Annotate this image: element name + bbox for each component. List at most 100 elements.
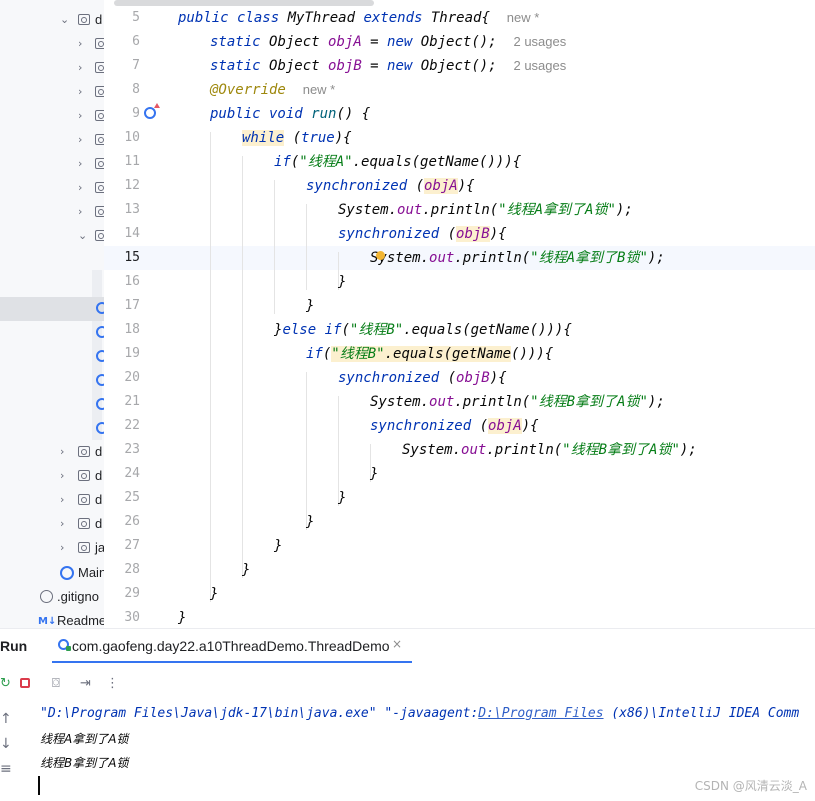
code-token: new <box>387 34 421 50</box>
code-line[interactable]: } <box>178 606 186 628</box>
tree-item[interactable]: › <box>0 177 104 201</box>
tree-item[interactable]: › <box>0 33 104 57</box>
tree-item[interactable]: › <box>0 129 104 153</box>
code-line[interactable]: } <box>306 510 314 534</box>
tree-item[interactable]: .gitigno <box>0 586 104 610</box>
code-line[interactable]: static Object objA = new Object(); 2 usa… <box>210 30 566 54</box>
code-line[interactable]: public void run() { <box>210 102 370 126</box>
chevron-right-icon[interactable]: › <box>60 542 70 554</box>
code-token: out <box>429 394 455 410</box>
chevron-right-icon[interactable]: › <box>78 110 88 122</box>
tree-item[interactable] <box>0 417 104 441</box>
code-line[interactable]: while (true){ <box>242 126 352 150</box>
code-token: Object(); <box>420 58 497 74</box>
code-token: ); <box>679 442 697 458</box>
chevron-right-icon[interactable]: › <box>60 518 70 530</box>
line-number-gutter[interactable]: 5 6 7 8 9 10 11 12 13 14 15 16 17 18 19 … <box>104 0 164 628</box>
code-line[interactable]: synchronized (objB){ <box>338 366 507 390</box>
tree-item-selected[interactable] <box>0 297 104 321</box>
inlay-hint-new[interactable]: new * <box>303 82 336 97</box>
stop-icon[interactable] <box>20 678 30 688</box>
soft-wrap-icon[interactable]: ≡ <box>0 761 12 777</box>
tree-item[interactable]: M↓ Readme <box>0 610 104 628</box>
code-line[interactable]: }else if("线程B".equals(getName())){ <box>274 318 572 342</box>
chevron-right-icon[interactable]: › <box>60 470 70 482</box>
code-line[interactable]: public class MyThread extends Thread{ ne… <box>178 6 539 30</box>
tree-item[interactable]: Main <box>0 562 104 586</box>
chevron-right-icon[interactable]: › <box>78 38 88 50</box>
tree-item[interactable]: › <box>0 153 104 177</box>
code-line[interactable]: } <box>338 270 346 294</box>
tree-item[interactable]: › <box>0 105 104 129</box>
chevron-right-icon[interactable]: › <box>78 206 88 218</box>
inlay-hint-new[interactable]: new * <box>507 10 540 25</box>
tree-item[interactable] <box>0 369 104 393</box>
code-editor[interactable]: 5 6 7 8 9 10 11 12 13 14 15 16 17 18 19 … <box>104 0 815 628</box>
chevron-right-icon[interactable]: › <box>78 86 88 98</box>
code-token: ( <box>439 370 457 386</box>
tree-item[interactable]: › <box>0 57 104 81</box>
code-line[interactable]: synchronized (objB){ <box>338 222 507 246</box>
rerun-icon[interactable]: ↻ <box>0 676 11 692</box>
chevron-down-icon[interactable]: ⌄ <box>78 230 88 242</box>
inlay-hint-usages[interactable]: 2 usages <box>513 34 566 49</box>
chevron-right-icon[interactable]: › <box>78 134 88 146</box>
run-config-tab[interactable]: com.gaofeng.day22.a10ThreadDemo.ThreadDe… <box>52 629 412 663</box>
chevron-right-icon[interactable]: › <box>78 182 88 194</box>
override-method-icon[interactable] <box>144 103 160 119</box>
tree-item[interactable]: ⌄ d <box>0 9 104 33</box>
tree-item[interactable] <box>0 345 104 369</box>
intention-bulb-icon[interactable] <box>376 251 385 260</box>
code-token: () { <box>336 106 371 122</box>
code-line-current[interactable]: System.out.println("线程A拿到了B锁"); <box>370 246 665 270</box>
camera-icon[interactable]: ⌼ <box>52 676 60 692</box>
chevron-right-icon[interactable]: › <box>78 158 88 170</box>
line-number: 6 <box>132 34 140 49</box>
code-line[interactable]: @Override new * <box>210 78 335 102</box>
tree-item[interactable]: › ja <box>0 537 104 561</box>
tree-item[interactable]: › d <box>0 489 104 513</box>
code-line[interactable]: if("线程B".equals(getName())){ <box>306 342 553 366</box>
code-token: static <box>210 34 270 50</box>
tree-item[interactable]: › d <box>0 441 104 465</box>
code-line[interactable]: System.out.println("线程A拿到了A锁"); <box>338 198 633 222</box>
code-line[interactable]: } <box>306 294 314 318</box>
scroll-down-icon[interactable]: ↓ <box>0 736 12 752</box>
tree-item-label: .gitigno <box>57 589 99 604</box>
code-line[interactable]: static Object objB = new Object(); 2 usa… <box>210 54 566 78</box>
chevron-down-icon[interactable]: ⌄ <box>60 14 70 26</box>
more-options-icon[interactable]: ⋮ <box>106 676 119 692</box>
tree-item[interactable] <box>0 321 104 345</box>
tree-item[interactable]: › <box>0 81 104 105</box>
code-line[interactable]: synchronized (objA){ <box>306 174 475 198</box>
scroll-up-icon[interactable]: ↑ <box>0 711 12 727</box>
tree-item[interactable]: ⌄ <box>0 225 104 249</box>
line-number: 8 <box>132 82 140 97</box>
chevron-right-icon[interactable]: › <box>78 62 88 74</box>
code-line[interactable]: } <box>274 534 282 558</box>
code-line[interactable]: } <box>242 558 250 582</box>
console-input-caret[interactable] <box>38 776 40 795</box>
code-line[interactable]: System.out.println("线程B拿到了A锁"); <box>402 438 697 462</box>
restore-layout-icon[interactable]: ⇥ <box>80 676 91 692</box>
console-path-link[interactable]: D:\Program Files <box>478 706 603 721</box>
chevron-right-icon[interactable]: › <box>60 446 70 458</box>
code-line[interactable]: synchronized (objA){ <box>370 414 539 438</box>
tree-item[interactable]: › d <box>0 513 104 537</box>
code-token: ); <box>647 250 665 266</box>
inlay-hint-usages[interactable]: 2 usages <box>513 58 566 73</box>
code-token: } <box>370 466 379 482</box>
code-line[interactable]: if("线程A".equals(getName())){ <box>274 150 521 174</box>
code-line[interactable]: } <box>210 582 218 606</box>
chevron-right-icon[interactable]: › <box>60 494 70 506</box>
close-icon[interactable]: × <box>392 637 402 651</box>
code-line[interactable]: } <box>338 486 346 510</box>
code-line[interactable]: System.out.println("线程B拿到了A锁"); <box>370 390 665 414</box>
tree-item[interactable]: › <box>0 201 104 225</box>
code-line[interactable]: } <box>370 462 378 486</box>
run-tool-window: Run com.gaofeng.day22.a10ThreadDemo.Thre… <box>0 628 815 801</box>
code-token: ); <box>647 394 665 410</box>
code-token: objB <box>456 370 490 386</box>
tree-item[interactable]: › d <box>0 465 104 489</box>
tree-item[interactable] <box>0 393 104 417</box>
